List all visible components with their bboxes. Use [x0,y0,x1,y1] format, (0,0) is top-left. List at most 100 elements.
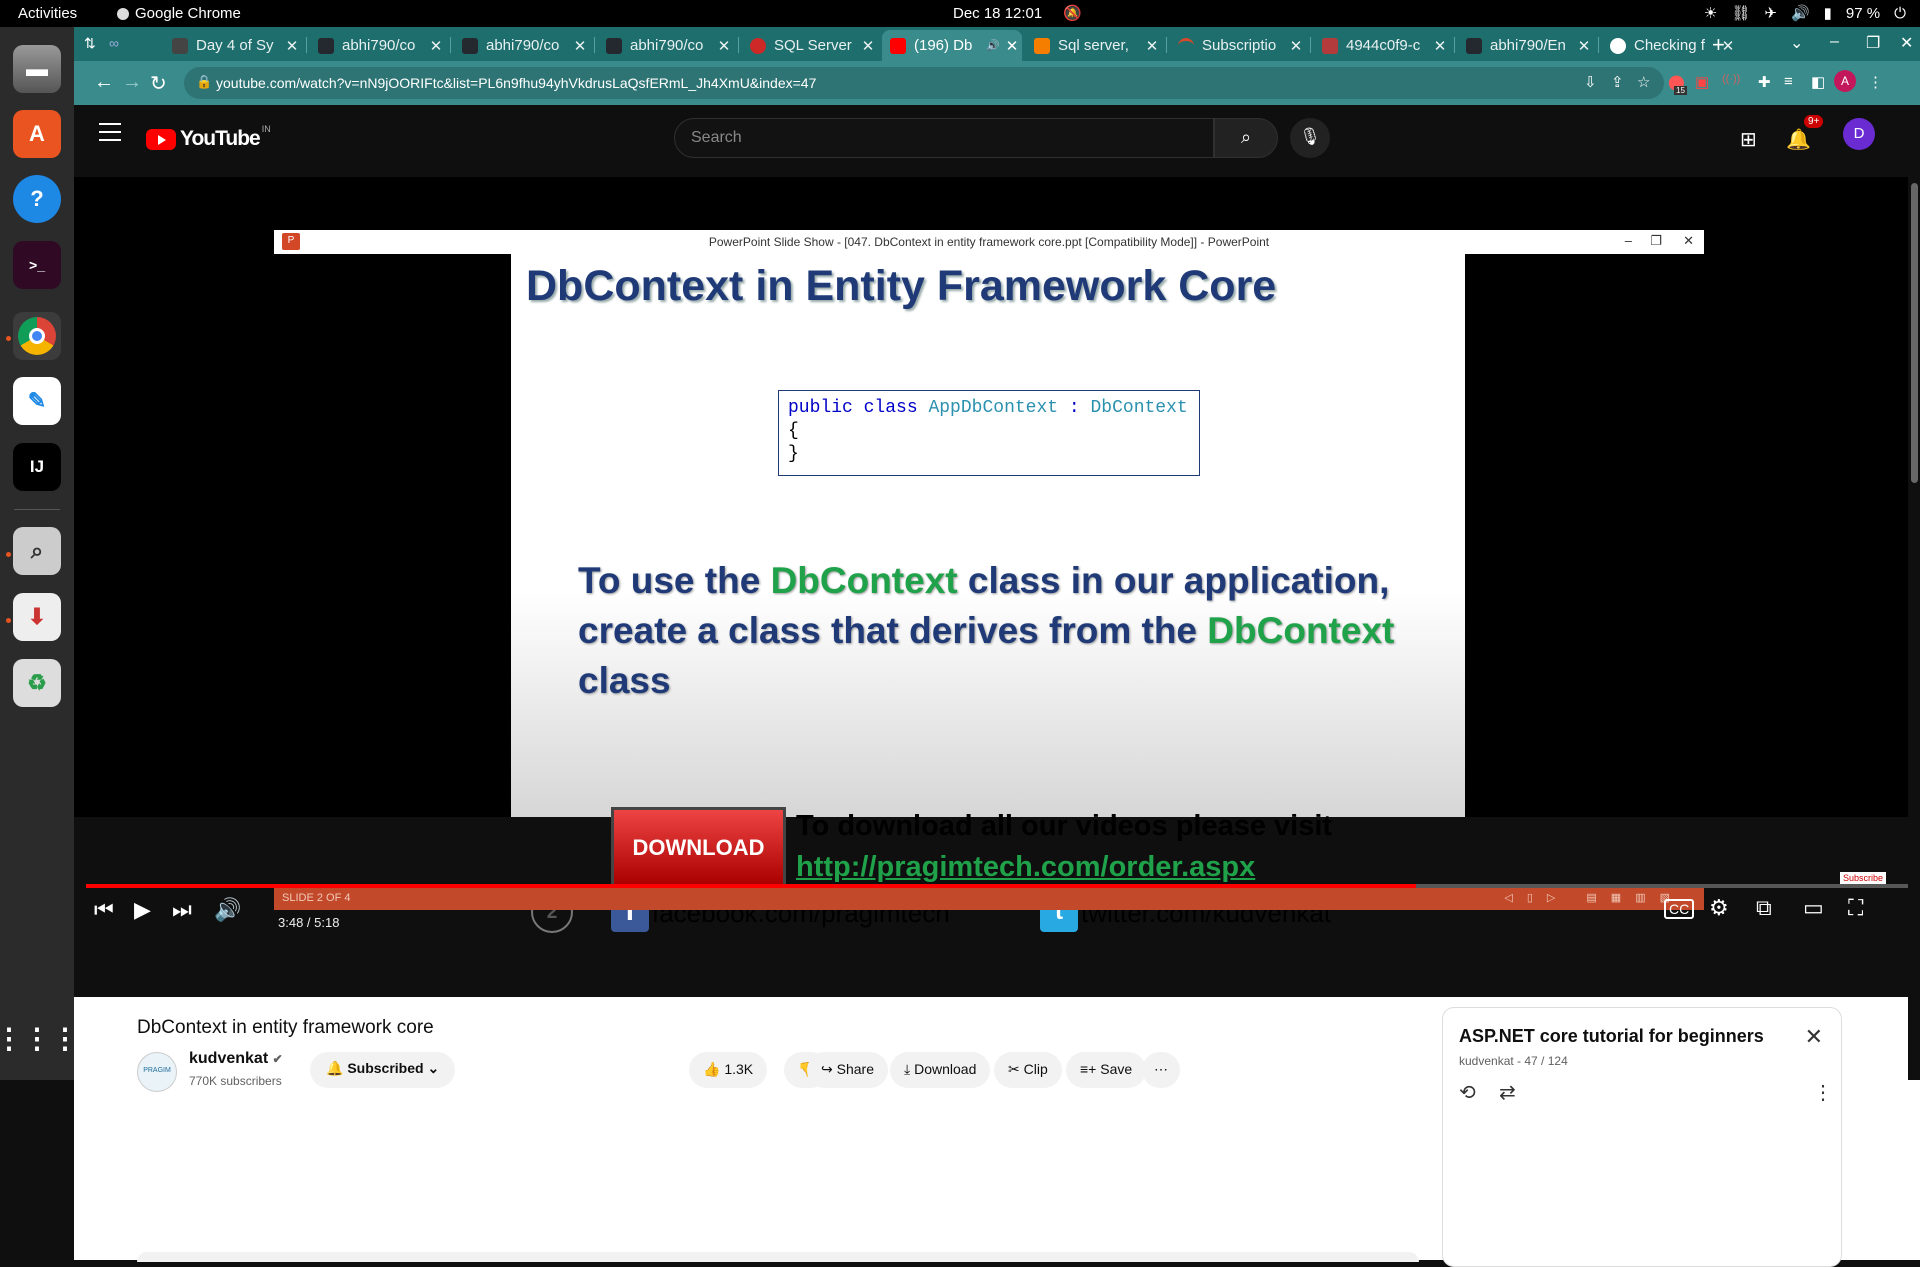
more-actions-button[interactable]: ⋯ [1142,1052,1180,1088]
youtube-logo[interactable]: YouTube IN [146,124,271,151]
share-button[interactable]: ↪ Share [807,1052,888,1088]
clock[interactable]: Dec 18 12:01 [953,5,1042,22]
subscribe-watermark[interactable]: Subscribe [1840,872,1887,884]
airplane-icon: ✈ [1764,5,1777,22]
tab-close-icon[interactable]: ✕ [1286,37,1306,55]
tab-strip: ⇅ ∞ Day 4 of Sy ✕ abhi790/co ✕ abhi790/c… [74,27,1920,61]
intellij-icon[interactable]: IJ [13,443,61,491]
tab-8[interactable]: Subscriptio ✕ [1170,30,1306,61]
chrome-icon[interactable] [13,312,61,360]
tab-close-icon[interactable]: ✕ [714,37,734,55]
reload-button[interactable]: ↻ [150,71,167,96]
tab-close-icon[interactable]: ✕ [426,37,446,55]
close-playlist-icon[interactable]: ✕ [1805,1024,1823,1050]
create-video-icon[interactable]: ⊞ [1740,127,1757,152]
app-menu[interactable]: Google Chrome [117,5,241,22]
show-apps-icon[interactable]: ⋮⋮⋮ [0,1014,79,1062]
tab-close-icon[interactable]: ✕ [1142,37,1162,55]
tab-9[interactable]: 4944c0f9-c ✕ [1314,30,1450,61]
play-button[interactable]: ▶ [134,897,151,923]
menu-hamburger-icon[interactable] [99,123,121,147]
extension-wave-icon[interactable]: ((·)) [1722,73,1740,85]
url-text[interactable]: youtube.com/watch?v=nN9jOORIFtc&list=PL6… [216,75,816,91]
reading-list-icon[interactable]: ≡ [1784,73,1793,90]
playlist-menu-icon[interactable]: ⋮ [1813,1080,1833,1105]
lock-icon[interactable]: 🔒 [196,74,212,90]
tab-close-icon[interactable]: ✕ [570,37,590,55]
tab-close-icon[interactable]: ✕ [1430,37,1450,55]
tab-close-icon[interactable]: ✕ [858,37,878,55]
channel-avatar[interactable]: PRAGIM [137,1052,177,1092]
terminal-icon[interactable]: >_ [13,241,61,289]
install-icon[interactable]: ⇩ [1584,73,1597,91]
notifications-bell-icon[interactable]: 🔔 [1786,127,1811,152]
tab-4[interactable]: abhi790/co ✕ [598,30,734,61]
tab-close-icon[interactable]: ✕ [1002,37,1022,55]
tab-1[interactable]: Day 4 of Sy ✕ [164,30,302,61]
files-icon[interactable]: ▬ [13,45,61,93]
tab-6-active[interactable]: (196) Db 🔊 ✕ [882,30,1022,61]
description-box[interactable] [137,1252,1419,1262]
tab-3[interactable]: abhi790/co ✕ [454,30,590,61]
tab-close-icon[interactable]: ✕ [1574,37,1594,55]
tab-list-chevron-icon[interactable]: ⌄ [1790,33,1803,53]
fullscreen-icon[interactable]: ⛶ [1848,895,1863,921]
tab-7[interactable]: Sql server, ✕ [1026,30,1162,61]
tab-label: 4944c0f9-c [1346,37,1421,54]
page-scrollbar[interactable] [1908,177,1920,1080]
side-panel-icon[interactable]: ◧ [1811,73,1825,91]
tab-5[interactable]: SQL Server ✕ [742,30,878,61]
download-button[interactable]: ⤓ Download [890,1052,991,1088]
search-button[interactable]: ⌕ [1214,118,1278,158]
search-input[interactable]: Search [674,118,1214,158]
settings-gear-icon[interactable]: ⚙ [1709,895,1729,921]
subscribed-button[interactable]: 🔔 Subscribed ⌄ [310,1052,456,1088]
video-player[interactable]: P PowerPoint Slide Show - [047. DbContex… [74,177,1920,933]
like-button[interactable]: 👍 1.3K [689,1052,768,1088]
new-tab-button[interactable]: + [1712,32,1725,58]
channel-name[interactable]: kudvenkat ✔ [189,1050,283,1068]
tab-group-icon[interactable]: ∞ [109,35,119,51]
share-icon[interactable]: ⇪ [1611,73,1624,91]
running-indicator [6,336,11,341]
extensions-puzzle-icon[interactable]: ✚ [1758,73,1771,91]
address-bar[interactable]: 🔒 youtube.com/watch?v=nN9jOORIFtc&list=P… [184,67,1664,99]
back-button[interactable]: ← [94,71,114,94]
system-tray[interactable]: ☀ ⛓ ✈ 🔊 ▮ 97 % ⏻ [1704,4,1906,23]
trash-icon[interactable]: ♻ [13,659,61,707]
profile-avatar[interactable]: A [1834,70,1856,92]
next-button[interactable]: ⏭ [172,897,192,923]
tab-10[interactable]: abhi790/En ✕ [1458,30,1594,61]
bookmark-star-icon[interactable]: ☆ [1637,73,1650,91]
shuffle-icon[interactable]: ⇄ [1499,1080,1516,1105]
loop-icon[interactable]: ⟲ [1459,1080,1476,1105]
forward-button[interactable]: → [122,71,142,94]
software-center-icon[interactable]: A [13,110,61,158]
installer-icon[interactable]: ⬇ [13,593,61,641]
chrome-menu-icon[interactable]: ⋮ [1868,73,1883,91]
help-icon[interactable]: ? [13,175,61,223]
playlist-title[interactable]: ASP.NET core tutorial for beginners [1459,1026,1764,1047]
video-progress-bar[interactable] [86,884,1908,888]
voice-search-button[interactable]: 🎙 [1290,118,1330,158]
captions-icon[interactable]: CC [1664,899,1695,919]
clip-button[interactable]: ✂ Clip [994,1052,1062,1088]
theater-mode-icon[interactable]: ▭ [1803,895,1824,921]
tab-2[interactable]: abhi790/co ✕ [310,30,446,61]
previous-button[interactable]: ⏮ [94,897,114,923]
powerpoint-title-bar: P PowerPoint Slide Show - [047. DbContex… [274,230,1704,254]
text-editor-icon[interactable]: ✎ [13,377,61,425]
tab-search-icon[interactable]: ⇅ [84,35,96,52]
minimize-button[interactable]: – [1830,33,1839,51]
maximize-button[interactable]: ❐ [1866,33,1880,53]
image-viewer-icon[interactable]: ⌕ [13,527,61,575]
account-avatar[interactable]: D [1843,118,1875,150]
close-window-button[interactable]: ✕ [1900,33,1913,53]
save-button[interactable]: ≡+ Save [1066,1052,1147,1088]
activities-button[interactable]: Activities [18,5,77,22]
tab-close-icon[interactable]: ✕ [282,37,302,55]
audio-playing-icon[interactable]: 🔊 [986,39,1000,52]
volume-button[interactable]: 🔊 [214,897,241,923]
extension-video-icon[interactable]: ▣ [1695,73,1709,91]
miniplayer-icon[interactable]: ⧉ [1756,895,1772,921]
